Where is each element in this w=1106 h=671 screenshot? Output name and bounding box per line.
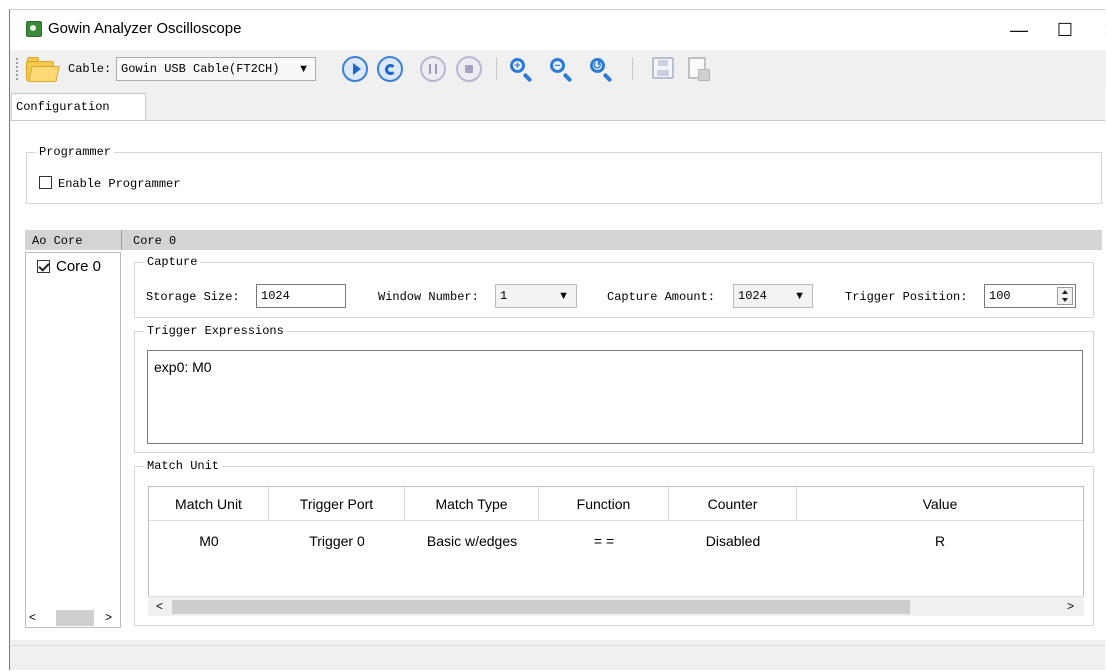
zoom-in-icon[interactable]: + [508, 56, 534, 83]
column-header[interactable]: Value [797, 487, 1083, 521]
chevron-down-icon: ▼ [794, 290, 805, 302]
spin-arrows-icon[interactable] [1057, 287, 1073, 305]
programmer-group [26, 152, 1102, 204]
save-icon[interactable] [652, 57, 674, 79]
capture-group-title: Capture [144, 255, 201, 269]
window-number-value: 1 [500, 289, 508, 303]
storage-size-input[interactable]: 1024 [256, 284, 346, 308]
stop-icon[interactable] [456, 56, 482, 82]
match-unit-title: Match Unit [144, 459, 223, 473]
toolbar-grip[interactable] [16, 58, 20, 80]
chevron-down-icon: ▼ [558, 290, 569, 302]
table-cell[interactable]: Disabled [669, 524, 797, 558]
window-number-select[interactable]: 1 ▼ [495, 284, 577, 308]
run-icon[interactable] [342, 56, 368, 82]
trigger-position-value: 100 [989, 289, 1011, 303]
core-list [25, 252, 121, 628]
window-number-label: Window Number: [378, 290, 479, 304]
cable-label: Cable: [68, 62, 112, 76]
trigger-position-spinbox[interactable]: 100 [984, 284, 1076, 308]
tab-configuration-label: Configuration [16, 100, 110, 114]
programmer-group-title: Programmer [36, 145, 115, 159]
close-button[interactable]: ✕ [1088, 15, 1106, 45]
core-list-scrollbar[interactable]: < > [25, 608, 121, 628]
storage-size-label: Storage Size: [146, 290, 240, 304]
table-cell[interactable]: M0 [149, 524, 269, 558]
trigger-expressions-box[interactable]: exp0: M0 [147, 350, 1083, 444]
toolbar-separator [496, 58, 497, 80]
column-header[interactable]: Match Unit [149, 487, 269, 521]
title-bar: Gowin Analyzer Oscilloscope — ☐ ✕ [10, 10, 1106, 50]
table-cell[interactable]: = = [539, 524, 669, 558]
table-cell[interactable]: Basic w/edges [405, 524, 539, 558]
status-bar [11, 645, 1105, 670]
core-0-label[interactable]: Core 0 [56, 258, 101, 275]
header-divider [121, 230, 122, 250]
capture-amount-select[interactable]: 1024 ▼ [733, 284, 813, 308]
column-header[interactable]: Trigger Port [269, 487, 405, 521]
column-header[interactable]: Function [539, 487, 669, 521]
storage-size-value: 1024 [261, 289, 290, 303]
enable-programmer-checkbox[interactable] [39, 176, 52, 189]
zoom-out-icon[interactable]: − [548, 56, 574, 83]
maximize-button[interactable]: ☐ [1042, 15, 1088, 45]
toolbar: Cable: Gowin USB Cable(FT2CH) ▼ + − ↺ [10, 50, 1106, 88]
column-header[interactable]: Match Type [405, 487, 539, 521]
column-header[interactable]: Counter [669, 487, 797, 521]
app-icon [26, 21, 42, 37]
scroll-thumb[interactable] [172, 600, 910, 614]
trigger-position-label: Trigger Position: [845, 290, 968, 304]
core-panel-header: Core 0 [133, 234, 177, 248]
zoom-fit-icon[interactable]: ↺ [588, 56, 614, 83]
capture-amount-label: Capture Amount: [607, 290, 716, 304]
open-folder-icon[interactable] [26, 57, 60, 82]
scroll-right-icon[interactable]: > [105, 610, 112, 624]
chevron-down-icon: ▼ [298, 63, 309, 75]
trigger-expressions-title: Trigger Expressions [144, 324, 287, 338]
scroll-thumb[interactable] [56, 610, 94, 626]
tab-configuration[interactable]: Configuration [11, 93, 146, 120]
match-unit-scrollbar[interactable]: < > [148, 596, 1084, 616]
cable-select[interactable]: Gowin USB Cable(FT2CH) ▼ [116, 57, 316, 81]
step-icon[interactable] [420, 56, 446, 82]
ao-core-header: Ao Core [32, 234, 83, 248]
core-header: Ao Core Core 0 [25, 230, 1102, 250]
window-title: Gowin Analyzer Oscilloscope [48, 20, 242, 37]
toolbar-separator [632, 58, 633, 80]
enable-programmer-label: Enable Programmer [58, 177, 181, 191]
table-cell[interactable]: Trigger 0 [269, 524, 405, 558]
scroll-right-icon[interactable]: > [1067, 599, 1074, 613]
repeat-run-icon[interactable] [377, 56, 403, 82]
minimize-button[interactable]: — [996, 15, 1042, 45]
scroll-left-icon[interactable]: < [29, 610, 36, 624]
table-cell[interactable]: R [797, 524, 1083, 558]
core-0-checkbox[interactable] [37, 260, 50, 273]
export-icon[interactable] [688, 57, 710, 81]
cable-select-value: Gowin USB Cable(FT2CH) [121, 62, 280, 76]
capture-amount-value: 1024 [738, 289, 767, 303]
scroll-left-icon[interactable]: < [156, 599, 163, 613]
trigger-expression-text: exp0: M0 [154, 359, 212, 375]
